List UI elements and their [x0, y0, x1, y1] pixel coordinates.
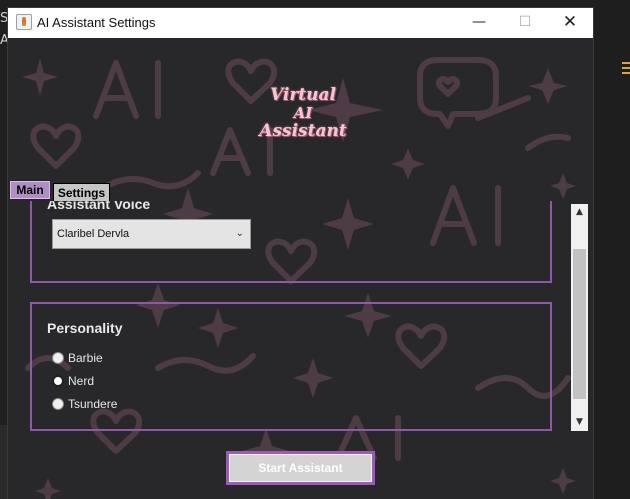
window-title: AI Assistant Settings — [37, 15, 156, 30]
close-button[interactable]: ✕ — [547, 8, 593, 38]
settings-scroll-area: Assistant Voice Claribel Dervla ⌄ Person… — [10, 201, 590, 463]
personality-group: Personality Barbie Nerd Tsundere — [30, 302, 552, 431]
maximize-button[interactable]: ☐ — [502, 8, 548, 38]
logo-line-1: Virtual — [270, 85, 336, 105]
radio-label: Tsundere — [68, 397, 118, 411]
host-app-panel — [592, 0, 630, 499]
vertical-scrollbar[interactable]: ▲ ▼ — [571, 204, 588, 431]
scrollbar-thumb[interactable] — [573, 249, 586, 399]
assistant-voice-group: Assistant Voice Claribel Dervla ⌄ — [30, 201, 552, 283]
title-bar[interactable]: AI Assistant Settings — ☐ ✕ — [8, 8, 593, 38]
content-pane: Virtual AI Assistant Main Settings Assis… — [8, 38, 593, 499]
tab-main[interactable]: Main — [9, 180, 51, 200]
radio-button-icon[interactable] — [52, 351, 64, 364]
voice-select[interactable]: Claribel Dervla ⌄ — [52, 219, 251, 249]
logo-line-2: AI — [293, 104, 313, 122]
logo-line-3: Assistant — [259, 121, 347, 141]
java-icon — [16, 14, 32, 30]
radio-label: Nerd — [68, 374, 95, 388]
tab-settings[interactable]: Settings — [53, 183, 110, 201]
voice-select-value: Claribel Dervla — [57, 228, 130, 240]
settings-window: AI Assistant Settings — ☐ ✕ Virtual AI A… — [8, 8, 593, 499]
arrow-down-icon[interactable]: ▼ — [571, 414, 588, 431]
chevron-down-icon: ⌄ — [235, 228, 244, 239]
virtual-assistant-logo: Virtual AI Assistant — [253, 86, 353, 140]
radio-button-icon[interactable] — [52, 397, 64, 410]
personality-title: Personality — [47, 320, 123, 336]
personality-radio-tsundere[interactable]: Tsundere — [52, 396, 117, 412]
arrow-up-icon[interactable]: ▲ — [571, 204, 588, 221]
start-assistant-button[interactable]: Start Assistant — [226, 451, 375, 485]
radio-label: Barbie — [68, 351, 103, 365]
menu-icon — [622, 62, 630, 77]
personality-radio-nerd[interactable]: Nerd — [52, 373, 94, 389]
personality-radio-barbie[interactable]: Barbie — [52, 350, 103, 366]
assistant-voice-title: Assistant Voice — [47, 201, 151, 212]
radio-button-icon[interactable] — [52, 374, 64, 387]
minimize-button[interactable]: — — [456, 8, 502, 38]
